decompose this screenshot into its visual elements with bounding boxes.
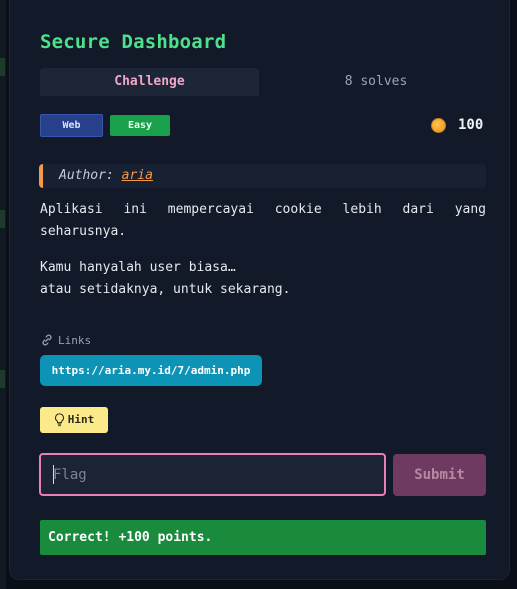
description-line-1: Aplikasi ini mempercayai cookie lebih dari yan… <box>40 199 486 221</box>
links-label-text: Links <box>58 333 92 347</box>
links-label: Links <box>40 333 91 347</box>
page: Secure Dashboard Challenge 8 solves Web … <box>0 0 517 589</box>
challenge-card: Secure Dashboard Challenge 8 solves Web … <box>9 0 510 580</box>
background-edge-mark <box>0 370 5 388</box>
coin-icon <box>431 117 446 133</box>
description-paragraph-1: Aplikasi ini mempercayai cookie lebih dari yan… <box>40 199 486 243</box>
points-display: 100 <box>431 116 483 134</box>
hint-button[interactable]: Hint <box>40 407 108 433</box>
points-value: 100 <box>458 117 484 133</box>
submit-button[interactable]: Submit <box>393 454 486 496</box>
description-word: dari <box>402 202 434 217</box>
description-line-2: Kamu hanyalah user biasa… <box>40 260 236 275</box>
author-link[interactable]: aria <box>122 168 153 183</box>
category-badge: Web <box>40 114 103 137</box>
description-word: lebih <box>342 202 382 217</box>
description-word: yang <box>454 202 486 217</box>
description-word: mempercayai <box>167 202 254 217</box>
description-line-3: atau setidaknya, untuk sekarang. <box>40 282 291 297</box>
hint-label: Hint <box>67 413 95 426</box>
difficulty-badge: Easy <box>110 115 170 136</box>
background-edge <box>0 0 6 589</box>
author-box: Author: aria <box>39 164 486 188</box>
tab-challenge[interactable]: Challenge <box>40 68 259 96</box>
flag-input[interactable] <box>39 453 386 496</box>
tab-solves[interactable]: 8 solves <box>266 68 486 96</box>
lightbulb-icon <box>54 413 64 427</box>
background-edge-mark <box>0 210 5 228</box>
description-line-1-cont: seharusnya. <box>40 224 127 239</box>
description-word: cookie <box>274 202 322 217</box>
text-caret <box>53 465 54 484</box>
challenge-title: Secure Dashboard <box>40 31 227 53</box>
background-edge-mark <box>0 58 5 76</box>
author-prefix: Author: <box>59 168 114 183</box>
description-paragraph-2: Kamu hanyalah user biasa… atau setidakny… <box>40 257 486 301</box>
challenge-tabs: Challenge 8 solves <box>40 68 486 96</box>
challenge-link-button[interactable]: https://aria.my.id/7/admin.php <box>40 355 262 386</box>
link-icon <box>42 334 52 346</box>
result-message: Correct! +100 points. <box>40 520 486 555</box>
description-word: Aplikasi <box>40 202 103 217</box>
description-word: ini <box>123 202 147 217</box>
